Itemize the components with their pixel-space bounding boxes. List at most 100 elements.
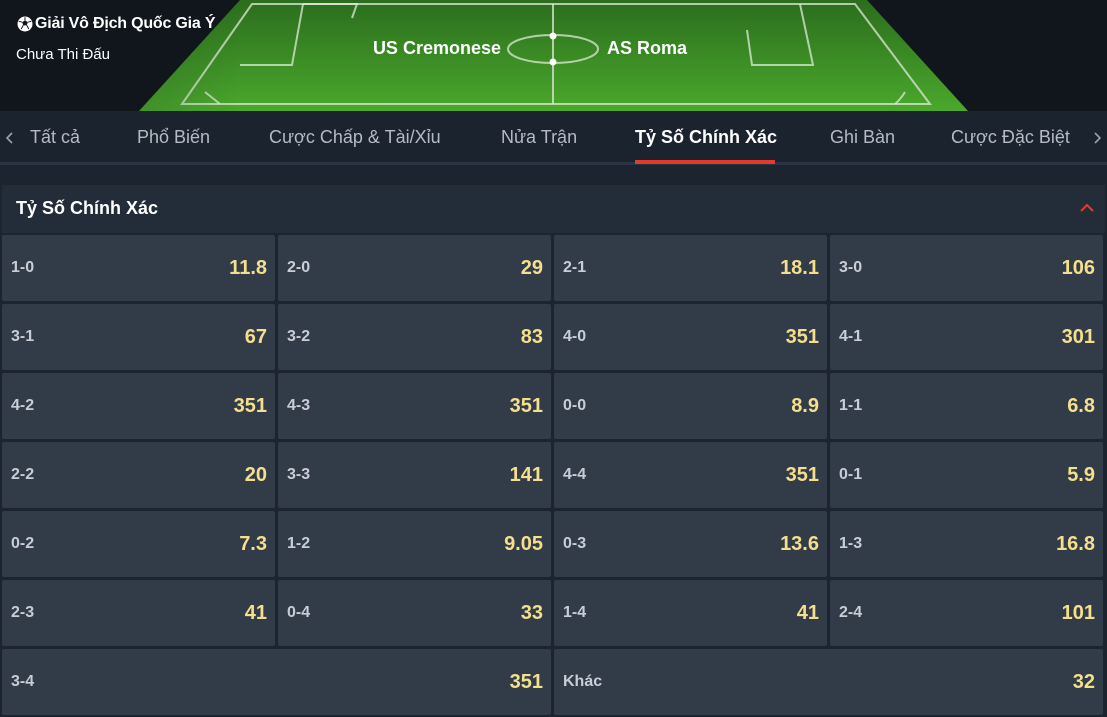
tab-handicap-over-under[interactable]: Cược Chấp & Tài/Xỉu (269, 111, 441, 163)
market-title: Tỷ Số Chính Xác (16, 198, 159, 218)
odds-value: 18.1 (780, 257, 819, 279)
score-label: 0-0 (563, 397, 587, 414)
odds-button[interactable]: 4-4 351 (554, 442, 827, 508)
odds-button[interactable]: Khác 32 (554, 649, 1103, 715)
correct-score-market: Tỷ Số Chính Xác 1-0 11.8 2-0 29 2-1 18.1 3-0 10… (2, 185, 1105, 717)
tabs-scroll-right[interactable] (1089, 128, 1105, 148)
odds-value: 41 (244, 602, 267, 624)
score-grid: 1-0 11.8 2-0 29 2-1 18.1 3-0 106 3-1 67 3-2 83 4-0 35… (2, 235, 1103, 715)
score-label: 4-3 (287, 397, 311, 414)
odds-value: 16.8 (1056, 533, 1095, 555)
odds-button[interactable]: 2-4 101 (830, 580, 1103, 646)
tab-special-bets[interactable]: Cược Đặc Biệt (951, 111, 1070, 163)
score-label: 2-0 (287, 259, 311, 276)
tab-correct-score[interactable]: Tỷ Số Chính Xác (635, 111, 777, 163)
odds-value: 8.9 (791, 395, 819, 417)
tabs-scroll-left[interactable] (2, 128, 18, 148)
score-label: 0-2 (11, 535, 35, 552)
score-label: 3-4 (11, 673, 35, 690)
score-label: 4-4 (563, 466, 587, 483)
odds-value: 9.05 (504, 533, 543, 555)
odds-button[interactable]: 1-0 11.8 (2, 235, 275, 301)
odds-button[interactable]: 3-0 106 (830, 235, 1103, 301)
score-label: 3-2 (287, 328, 311, 345)
score-label: 2-1 (563, 259, 587, 276)
odds-button[interactable]: 1-4 41 (554, 580, 827, 646)
odds-value: 106 (1061, 257, 1095, 279)
league-name: Giải Vô Địch Quốc Gia Ý (17, 15, 216, 33)
score-label: 2-3 (11, 604, 35, 621)
odds-button[interactable]: 0-0 8.9 (554, 373, 827, 439)
odds-button[interactable]: 4-0 351 (554, 304, 827, 370)
tab-goalscorer[interactable]: Ghi Bàn (830, 111, 895, 163)
odds-value: 41 (796, 602, 819, 624)
score-label: 1-3 (839, 535, 863, 552)
odds-value: 351 (785, 464, 819, 486)
score-label: 1-0 (11, 259, 35, 276)
home-team-name: US Cremonese (372, 38, 501, 58)
odds-value: 29 (520, 257, 543, 279)
score-label: 1-1 (839, 397, 863, 414)
odds-button[interactable]: 2-0 29 (278, 235, 551, 301)
odds-value: 7.3 (239, 533, 267, 555)
score-label: 0-1 (839, 466, 863, 483)
odds-value: 301 (1061, 326, 1095, 348)
score-label: 3-1 (11, 328, 35, 345)
soccer-ball-icon (17, 16, 33, 32)
active-tab-indicator (635, 160, 775, 164)
odds-button[interactable]: 4-1 301 (830, 304, 1103, 370)
away-team-name: AS Roma (607, 38, 688, 58)
odds-button[interactable]: 2-1 18.1 (554, 235, 827, 301)
score-label: 2-2 (11, 466, 35, 483)
score-label: 3-0 (839, 259, 863, 276)
tab-popular[interactable]: Phổ Biến (137, 111, 210, 163)
league-label: Giải Vô Địch Quốc Gia Ý (35, 15, 216, 32)
chevron-left-icon (5, 132, 13, 144)
chevron-up-icon[interactable] (1079, 202, 1095, 214)
market-header[interactable]: Tỷ Số Chính Xác (2, 185, 1105, 233)
odds-button[interactable]: 0-3 13.6 (554, 511, 827, 577)
odds-value: 13.6 (780, 533, 819, 555)
odds-button[interactable]: 1-2 9.05 (278, 511, 551, 577)
odds-button[interactable]: 3-1 67 (2, 304, 275, 370)
odds-value: 351 (233, 395, 267, 417)
odds-value: 20 (244, 464, 267, 486)
score-label: 2-4 (839, 604, 863, 621)
odds-value: 6.8 (1067, 395, 1095, 417)
odds-value: 67 (244, 326, 267, 348)
odds-button[interactable]: 4-3 351 (278, 373, 551, 439)
score-label: 4-2 (11, 397, 35, 414)
match-status: Chưa Thi Đấu (16, 46, 110, 63)
odds-value: 32 (1072, 671, 1095, 693)
odds-value: 351 (509, 671, 543, 693)
score-label: 0-3 (563, 535, 587, 552)
odds-value: 351 (785, 326, 819, 348)
odds-button[interactable]: 0-2 7.3 (2, 511, 275, 577)
odds-button[interactable]: 3-4 351 (2, 649, 551, 715)
odds-value: 5.9 (1067, 464, 1095, 486)
odds-button[interactable]: 4-2 351 (2, 373, 275, 439)
tab-half-time[interactable]: Nửa Trận (501, 111, 577, 163)
score-label: 1-2 (287, 535, 311, 552)
odds-value: 11.8 (229, 257, 267, 279)
odds-button[interactable]: 1-3 16.8 (830, 511, 1103, 577)
odds-button[interactable]: 3-2 83 (278, 304, 551, 370)
chevron-right-icon (1094, 132, 1102, 144)
market-tabs: Tất cả Phổ Biến Cược Chấp & Tài/Xỉu Nửa … (0, 111, 1107, 165)
tab-all[interactable]: Tất cả (30, 111, 80, 163)
score-label: Khác (563, 673, 603, 690)
odds-value: 83 (520, 326, 543, 348)
odds-button[interactable]: 1-1 6.8 (830, 373, 1103, 439)
score-label: 1-4 (563, 604, 587, 621)
score-label: 0-4 (287, 604, 311, 621)
score-label: 3-3 (287, 466, 311, 483)
score-label: 4-1 (839, 328, 863, 345)
odds-value: 141 (509, 464, 543, 486)
odds-button[interactable]: 0-1 5.9 (830, 442, 1103, 508)
odds-button[interactable]: 3-3 141 (278, 442, 551, 508)
odds-button[interactable]: 2-3 41 (2, 580, 275, 646)
odds-button[interactable]: 2-2 20 (2, 442, 275, 508)
odds-value: 33 (520, 602, 543, 624)
match-header: Giải Vô Địch Quốc Gia Ý Chưa Thi Đấu US … (0, 0, 1107, 111)
odds-button[interactable]: 0-4 33 (278, 580, 551, 646)
